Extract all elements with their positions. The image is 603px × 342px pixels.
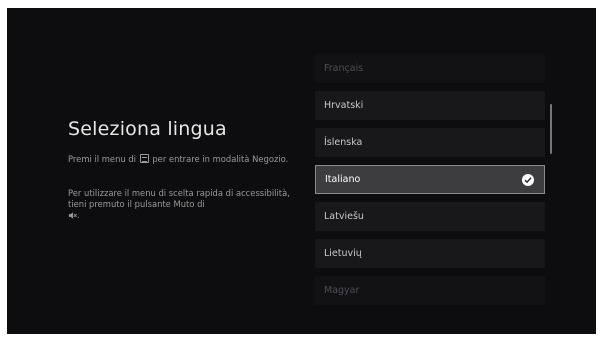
language-item-francais[interactable]: Français: [315, 54, 545, 83]
language-item-magyar[interactable]: Magyar: [315, 276, 545, 305]
language-item-islenska[interactable]: Íslenska: [315, 128, 545, 157]
language-item-italiano[interactable]: Italiano: [315, 165, 545, 194]
store-mode-text-start: Premi il menu di: [68, 154, 137, 164]
page-title: Seleziona lingua: [68, 118, 227, 140]
accessibility-text: Per utilizzare il menu di scelta rapida …: [68, 188, 290, 209]
accessibility-instruction: Per utilizzare il menu di scelta rapida …: [68, 188, 290, 223]
language-item-latviesu[interactable]: Latviešu: [315, 202, 545, 231]
mute-icon: [68, 211, 77, 223]
language-list[interactable]: Français Hrvatski Íslenska Italiano Latv…: [315, 54, 545, 305]
store-mode-text-end: per entrare in modalità Negozio.: [152, 154, 289, 164]
store-mode-instruction: Premi il menu di per entrare in modalità…: [68, 154, 290, 165]
check-icon: [522, 174, 534, 186]
menu-button-icon: [139, 154, 149, 163]
screen: Seleziona lingua Premi il menu di per en…: [7, 8, 596, 334]
language-item-lietuviu[interactable]: Lietuvių: [315, 239, 545, 268]
language-item-hrvatski[interactable]: Hrvatski: [315, 91, 545, 120]
scrollbar[interactable]: [550, 104, 552, 154]
